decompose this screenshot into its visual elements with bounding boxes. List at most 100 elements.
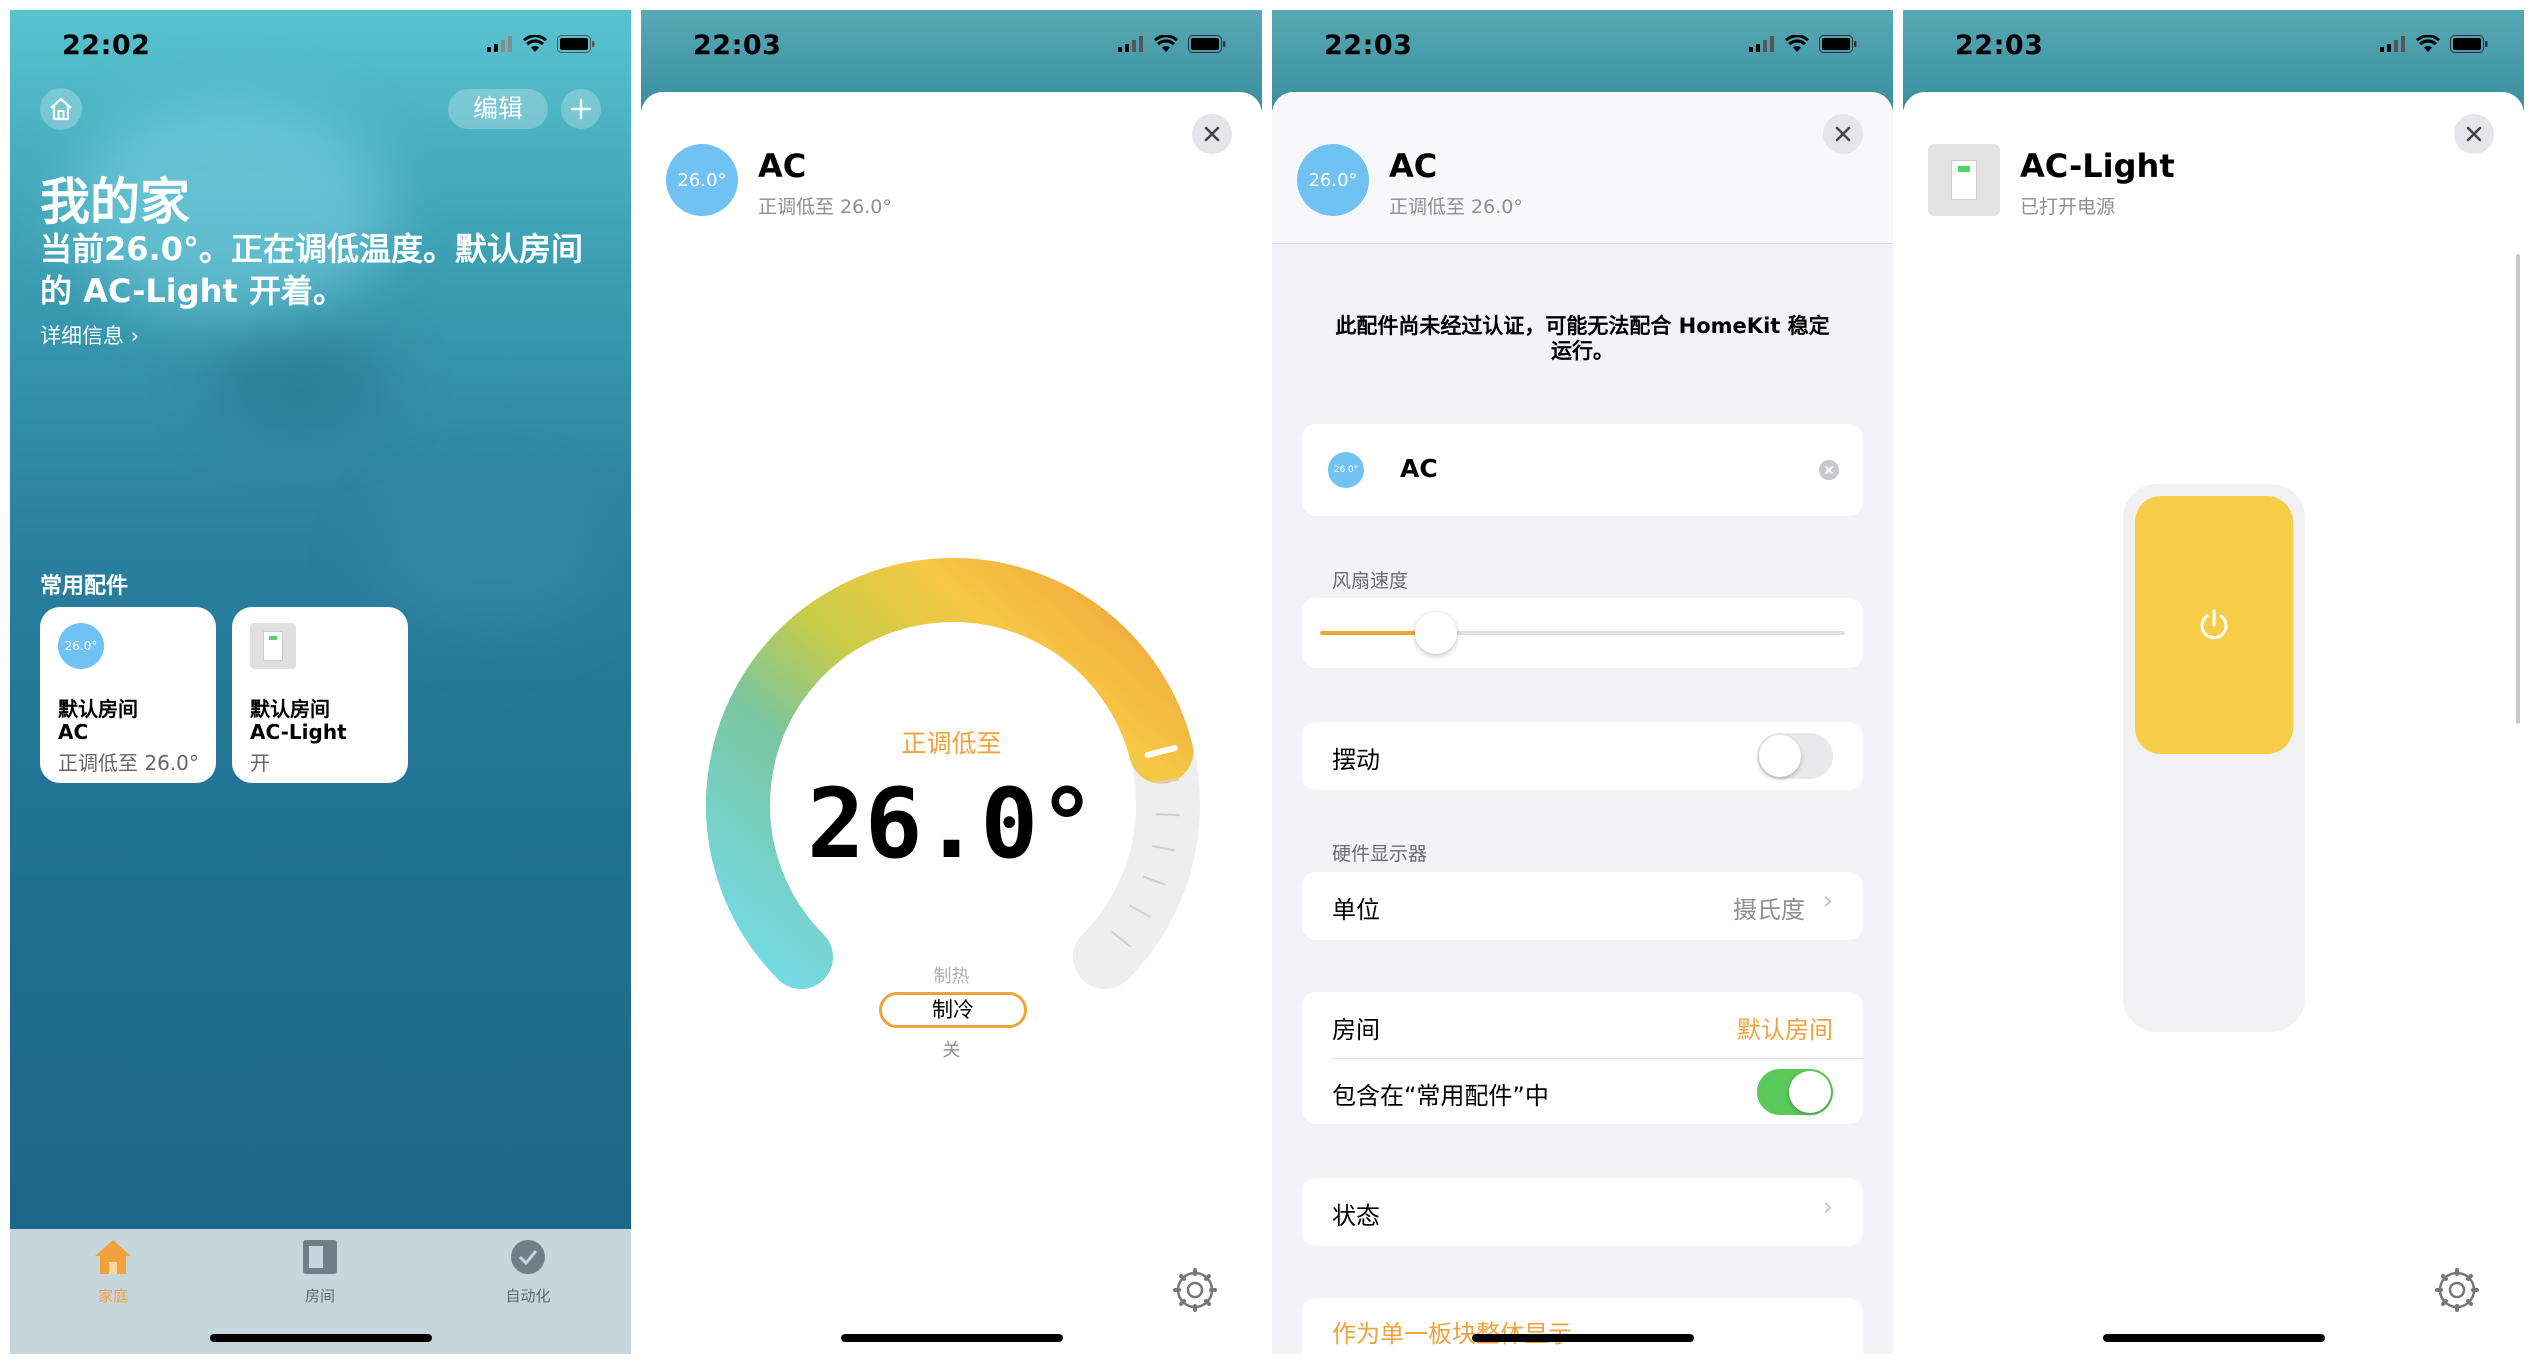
- wifi-icon: [1785, 35, 1809, 52]
- tile-state: 正调低至 26.0°: [58, 751, 199, 775]
- status-icons: [2380, 35, 2488, 53]
- add-button[interactable]: [561, 89, 601, 129]
- fan-speed-slider-knob[interactable]: [1414, 612, 1457, 654]
- mode-option-off[interactable]: 关: [641, 1036, 1262, 1062]
- room-card: 房间 默认房间 包含在“常用配件”中: [1302, 992, 1863, 1124]
- status-bar: 22:02: [10, 10, 631, 90]
- close-button[interactable]: [1192, 114, 1232, 154]
- home-button[interactable]: [40, 88, 82, 130]
- home-title: 我的家: [40, 173, 190, 231]
- tile-room: 默认房间: [250, 697, 330, 721]
- tile-name: AC-Light: [250, 720, 347, 744]
- status-time: 22:03: [1955, 30, 2044, 61]
- tile-display-row[interactable]: 作为单一板块整体显示: [1302, 1298, 1863, 1354]
- include-favorites-toggle[interactable]: [1757, 1069, 1833, 1115]
- signal-icon: [2380, 36, 2405, 52]
- divider: [1332, 1058, 1863, 1059]
- mode-option-heat[interactable]: 制热: [641, 962, 1262, 988]
- status-row[interactable]: 状态 ›: [1302, 1178, 1863, 1246]
- scrollbar[interactable]: [2516, 254, 2520, 724]
- accessory-status: 已打开电源: [2020, 196, 2116, 218]
- name-field[interactable]: AC: [1400, 454, 1438, 483]
- battery-icon: [1188, 35, 1226, 53]
- chevron-right-icon: ›: [1822, 886, 1833, 916]
- house-icon: [50, 97, 72, 121]
- status-icons: [487, 35, 595, 53]
- tab-bar: 家庭 房间 自动化: [10, 1229, 631, 1354]
- accessory-name: AC-Light: [2020, 147, 2175, 185]
- status-icons: [1749, 35, 1857, 53]
- power-switch-track[interactable]: [2123, 484, 2305, 1032]
- accessory-status: 正调低至 26.0°: [1389, 196, 1523, 218]
- tile-room: 默认房间: [58, 697, 138, 721]
- chevron-right-icon: ›: [1822, 1192, 1833, 1222]
- home-indicator: [1471, 1334, 1694, 1342]
- power-icon: [2200, 609, 2228, 640]
- tab-automation[interactable]: 自动化: [468, 1237, 588, 1306]
- status-time: 22:03: [1324, 30, 1413, 61]
- home-summary: 当前26.0°。正在调低温度。默认房间的 AC-Light 开着。: [40, 230, 583, 310]
- include-favorites-label: 包含在“常用配件”中: [1332, 1082, 1549, 1110]
- thermostat-icon: 26.0°: [666, 144, 738, 216]
- clear-icon[interactable]: [1819, 460, 1839, 480]
- light-switch-icon: [1928, 144, 2000, 216]
- thermostat-icon: 26.0°: [58, 623, 104, 669]
- room-label: 房间: [1332, 1016, 1380, 1044]
- details-link[interactable]: 详细信息 ›: [40, 320, 139, 350]
- edit-button[interactable]: 编辑: [447, 89, 548, 129]
- room-value: 默认房间: [1737, 1016, 1833, 1044]
- tab-home[interactable]: 家庭: [53, 1237, 173, 1306]
- gear-icon[interactable]: [2435, 1268, 2479, 1312]
- tile-ac[interactable]: 26.0° 默认房间 AC 正调低至 26.0°: [40, 607, 216, 783]
- thermostat-icon: 26.0°: [1328, 452, 1364, 488]
- tile-state: 开: [250, 751, 270, 775]
- swing-row: 摆动: [1302, 722, 1863, 790]
- ac-settings-screen: 22:03 26.0° AC 正调低至 26.0° 此配件尚未经过认证，可能无法…: [1272, 10, 1893, 1354]
- close-icon: [1835, 126, 1851, 142]
- hardware-display-label: 硬件显示器: [1332, 843, 1428, 865]
- ac-detail-screen: 22:03 26.0° AC 正调低至 26.0° 正调低至 26.0° 制热 …: [641, 10, 1262, 1354]
- tile-ac-light[interactable]: 默认房间 AC-Light 开: [232, 607, 408, 783]
- rooms-icon: [303, 1240, 337, 1274]
- close-icon: [1204, 126, 1220, 142]
- wifi-icon: [2416, 35, 2440, 52]
- certification-warning: 此配件尚未经过认证，可能无法配合 HomeKit 稳定运行。: [1335, 314, 1830, 363]
- favorites-section-label: 常用配件: [40, 574, 129, 599]
- tile-display-label[interactable]: 作为单一板块整体显示: [1332, 1314, 1572, 1349]
- unit-value: 摄氏度: [1733, 896, 1805, 924]
- swing-label: 摆动: [1332, 746, 1380, 774]
- status-bar: 22:03: [1903, 10, 2524, 90]
- wifi-icon: [1154, 35, 1178, 52]
- signal-icon: [1749, 36, 1774, 52]
- status-time: 22:02: [62, 30, 151, 61]
- dial-mode-status: 正调低至: [901, 729, 1002, 758]
- gear-icon[interactable]: [1173, 1268, 1217, 1312]
- status-bar: 22:03: [1272, 10, 1893, 90]
- close-button[interactable]: [1823, 114, 1863, 154]
- home-indicator: [2102, 1334, 2325, 1342]
- accessory-status: 正调低至 26.0°: [758, 196, 892, 218]
- accessory-name: AC: [1389, 147, 1438, 185]
- thermostat-icon: 26.0°: [1297, 144, 1369, 216]
- unit-row[interactable]: 单位 摄氏度 ›: [1302, 872, 1863, 940]
- tile-name: AC: [58, 720, 89, 744]
- status-bar: 22:03: [641, 10, 1262, 90]
- settings-sheet: 26.0° AC 正调低至 26.0° 此配件尚未经过认证，可能无法配合 Hom…: [1272, 92, 1893, 1354]
- plus-icon: [570, 98, 592, 120]
- power-switch-fill[interactable]: [2135, 496, 2293, 754]
- status-time: 22:03: [693, 30, 782, 61]
- signal-icon: [1118, 36, 1143, 52]
- home-indicator: [209, 1334, 432, 1342]
- home-screen: 22:02 编辑 我的家 当前26.0°。正在调低温度。默认房间的 AC-Lig…: [10, 10, 631, 1354]
- mode-option-cool[interactable]: 制冷: [879, 992, 1027, 1028]
- close-button[interactable]: [2454, 114, 2494, 154]
- signal-icon: [487, 36, 512, 52]
- status-label: 状态: [1332, 1202, 1380, 1230]
- house-icon: [95, 1240, 131, 1274]
- name-field-card[interactable]: 26.0° AC: [1302, 424, 1863, 516]
- battery-icon: [2450, 35, 2488, 53]
- swing-toggle[interactable]: [1757, 733, 1833, 779]
- room-row[interactable]: 房间 默认房间: [1302, 992, 1863, 1058]
- tab-rooms[interactable]: 房间: [260, 1237, 380, 1306]
- fan-speed-card: [1302, 598, 1863, 668]
